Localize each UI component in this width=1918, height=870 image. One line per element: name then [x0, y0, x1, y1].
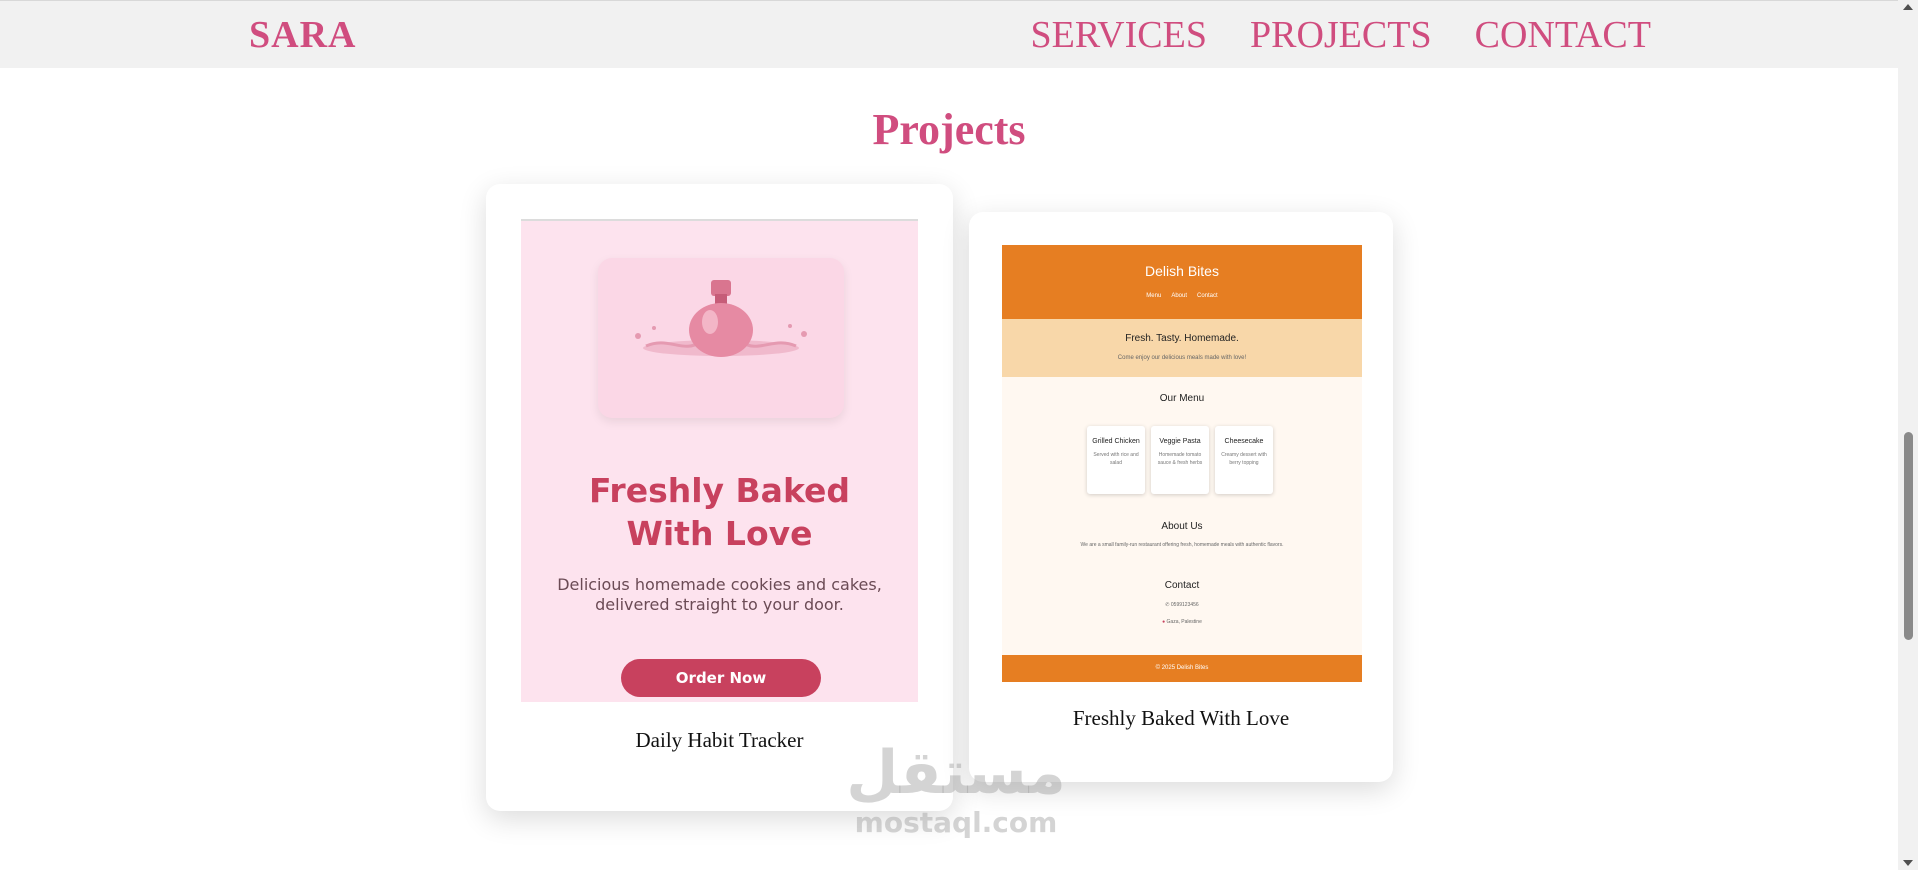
scroll-up-arrow-icon[interactable]: [1903, 4, 1913, 10]
bakery-hero-description: Delicious homemade cookies and cakes, de…: [557, 575, 882, 614]
restaurant-hero-title: Fresh. Tasty. Homemade.: [1125, 333, 1239, 344]
restaurant-hero: Fresh. Tasty. Homemade. Come enjoy our d…: [1002, 319, 1362, 377]
project-preview-restaurant: Delish Bites Menu About Contact Fresh. T…: [1002, 245, 1362, 682]
menu-item-desc: Served with rice and salad: [1093, 452, 1139, 466]
restaurant-nav: Menu About Contact: [1002, 293, 1362, 299]
menu-item-name: Veggie Pasta: [1159, 438, 1201, 445]
scrollbar-thumb[interactable]: [1904, 432, 1913, 640]
nav-link-services[interactable]: SERVICES: [1031, 13, 1207, 57]
restaurant-nav-menu: Menu: [1146, 293, 1162, 299]
page-scrollbar[interactable]: [1898, 0, 1918, 870]
project-card-1[interactable]: Freshly Baked With Love Delicious homema…: [486, 184, 953, 811]
menu-item: Veggie Pasta Homemade tomato sauce & fre…: [1151, 426, 1209, 494]
perfume-bottle-icon: [635, 280, 807, 357]
restaurant-menu-heading: Our Menu: [1159, 393, 1205, 404]
nav-link-projects[interactable]: PROJECTS: [1250, 13, 1432, 57]
top-navbar: SARA SERVICES PROJECTS CONTACT: [0, 0, 1898, 68]
restaurant-menu-list: Grilled Chicken Served with rice and sal…: [1087, 426, 1273, 494]
restaurant-footer: © 2025 Delish Bites: [1002, 655, 1362, 682]
project-caption-2: Freshly Baked With Love: [1072, 706, 1290, 730]
project-preview-bakery: Freshly Baked With Love Delicious homema…: [521, 219, 918, 702]
watermark-latin: mostaql.com: [854, 806, 1058, 839]
restaurant-about-heading: About Us: [1161, 521, 1203, 532]
restaurant-nav-about: About: [1171, 293, 1187, 299]
restaurant-brand: Delish Bites: [1145, 263, 1219, 279]
nav-link-contact[interactable]: CONTACT: [1475, 13, 1651, 57]
project-card-2[interactable]: Delish Bites Menu About Contact Fresh. T…: [969, 212, 1393, 782]
restaurant-location: ● Gaza, Palestine: [1002, 619, 1362, 625]
menu-item: Grilled Chicken Served with rice and sal…: [1087, 426, 1145, 494]
nav-links: SERVICES PROJECTS CONTACT: [1031, 13, 1651, 57]
menu-item-desc: Homemade tomato sauce & fresh herbs: [1157, 452, 1203, 466]
restaurant-contact-heading: Contact: [1164, 580, 1200, 591]
order-now-button[interactable]: Order Now: [621, 659, 821, 697]
mostaql-watermark: مستقل mostaql.com: [836, 740, 1076, 839]
restaurant-phone: ✆ 0599123456: [1002, 602, 1362, 608]
restaurant-location-text: Gaza, Palestine: [1166, 619, 1202, 625]
watermark-arabic: مستقل: [846, 738, 1066, 808]
restaurant-footer-text: 2025 Delish Bites: [1161, 665, 1209, 671]
restaurant-header: Delish Bites Menu About Contact: [1002, 245, 1362, 319]
restaurant-nav-contact: Contact: [1197, 293, 1218, 299]
brand-logo[interactable]: SARA: [249, 13, 356, 57]
restaurant-phone-text: 0599123456: [1170, 602, 1199, 608]
menu-item-name: Cheesecake: [1224, 438, 1264, 445]
bakery-hero-title: Freshly Baked With Love: [588, 471, 851, 553]
perfume-image-tile: [598, 258, 844, 418]
menu-item-desc: Creamy dessert with berry topping: [1221, 452, 1267, 466]
section-title: Projects: [872, 105, 1026, 154]
menu-item-name: Grilled Chicken: [1092, 438, 1140, 445]
restaurant-hero-subtitle: Come enjoy our delicious meals made with…: [1117, 355, 1247, 361]
menu-item: Cheesecake Creamy dessert with berry top…: [1215, 426, 1273, 494]
scroll-down-arrow-icon[interactable]: [1903, 860, 1913, 866]
restaurant-about-text: We are a small family-run restaurant off…: [1080, 542, 1284, 548]
